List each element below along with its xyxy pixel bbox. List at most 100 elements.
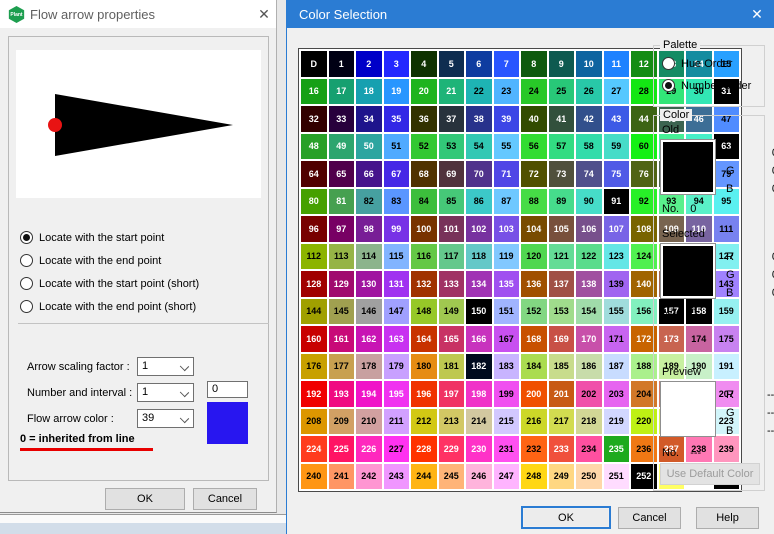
color-cell-34[interactable]: 34	[356, 106, 382, 132]
color-cell-217[interactable]: 217	[549, 409, 575, 435]
interval-input[interactable]: 0	[207, 381, 248, 398]
color-cell-176[interactable]: 176	[301, 354, 327, 380]
color-cell-161[interactable]: 161	[329, 326, 355, 352]
color-cell-51[interactable]: 51	[384, 134, 410, 160]
color-cell-232[interactable]: 232	[521, 436, 547, 462]
color-cell-82[interactable]: 82	[356, 189, 382, 215]
color-cell-147[interactable]: 147	[384, 299, 410, 325]
color-cell-132[interactable]: 132	[411, 271, 437, 297]
color-cell-71[interactable]: 71	[494, 161, 520, 187]
color-cell-180[interactable]: 180	[411, 354, 437, 380]
color-cell-87[interactable]: 87	[494, 189, 520, 215]
color-cell-213[interactable]: 213	[439, 409, 465, 435]
color-cell-225[interactable]: 225	[329, 436, 355, 462]
color-cell-215[interactable]: 215	[494, 409, 520, 435]
color-cell-2[interactable]: 2	[356, 51, 382, 77]
color-cell-246[interactable]: 246	[466, 464, 492, 490]
color-cell-216[interactable]: 216	[521, 409, 547, 435]
color-cell-243[interactable]: 243	[384, 464, 410, 490]
color-cell-151[interactable]: 151	[494, 299, 520, 325]
color-cell-135[interactable]: 135	[494, 271, 520, 297]
color-cell-26[interactable]: 26	[576, 79, 602, 105]
color-cell-137[interactable]: 137	[549, 271, 575, 297]
color-cell-192[interactable]: 192	[301, 381, 327, 407]
color-cell-227[interactable]: 227	[384, 436, 410, 462]
color-cell-35[interactable]: 35	[384, 106, 410, 132]
arrow-scaling-combo[interactable]: 1	[137, 357, 194, 376]
color-cell-186[interactable]: 186	[576, 354, 602, 380]
radio-locate-start-short[interactable]: Locate with the start point (short)	[20, 277, 250, 292]
color-cell-80[interactable]: 80	[301, 189, 327, 215]
color-cell-21[interactable]: 21	[439, 79, 465, 105]
color-cell-91[interactable]: 91	[604, 189, 630, 215]
color-cell-97[interactable]: 97	[329, 216, 355, 242]
help-button[interactable]: Help	[696, 507, 759, 529]
color-cell-53[interactable]: 53	[439, 134, 465, 160]
color-cell-0[interactable]: D	[301, 51, 327, 77]
color-cell-128[interactable]: 128	[301, 271, 327, 297]
color-cell-233[interactable]: 233	[549, 436, 575, 462]
color-cell-116[interactable]: 116	[411, 244, 437, 270]
color-cell-81[interactable]: 81	[329, 189, 355, 215]
color-cell-19[interactable]: 19	[384, 79, 410, 105]
color-cell-118[interactable]: 118	[466, 244, 492, 270]
color-cell-117[interactable]: 117	[439, 244, 465, 270]
color-cell-165[interactable]: 165	[439, 326, 465, 352]
color-cell-200[interactable]: 200	[521, 381, 547, 407]
color-cell-38[interactable]: 38	[466, 106, 492, 132]
color-cell-178[interactable]: 178	[356, 354, 382, 380]
color-cell-197[interactable]: 197	[439, 381, 465, 407]
color-cell-64[interactable]: 64	[301, 161, 327, 187]
color-cell-66[interactable]: 66	[356, 161, 382, 187]
flow-arrow-titlebar[interactable]: Plant Flow arrow properties ✕	[0, 0, 276, 28]
color-cell-120[interactable]: 120	[521, 244, 547, 270]
color-cell-248[interactable]: 248	[521, 464, 547, 490]
color-cell-185[interactable]: 185	[549, 354, 575, 380]
color-cell-113[interactable]: 113	[329, 244, 355, 270]
color-cell-122[interactable]: 122	[576, 244, 602, 270]
color-cell-245[interactable]: 245	[439, 464, 465, 490]
color-cell-16[interactable]: 16	[301, 79, 327, 105]
color-cell-133[interactable]: 133	[439, 271, 465, 297]
color-cell-163[interactable]: 163	[384, 326, 410, 352]
color-cell-226[interactable]: 226	[356, 436, 382, 462]
color-cell-33[interactable]: 33	[329, 106, 355, 132]
color-cell-65[interactable]: 65	[329, 161, 355, 187]
color-cell-121[interactable]: 121	[549, 244, 575, 270]
color-cell-249[interactable]: 249	[549, 464, 575, 490]
color-cell-166[interactable]: 166	[466, 326, 492, 352]
color-selection-titlebar[interactable]: Color Selection ✕	[287, 0, 774, 28]
color-cell-230[interactable]: 230	[466, 436, 492, 462]
color-cell-50[interactable]: 50	[356, 134, 382, 160]
color-cell-112[interactable]: 112	[301, 244, 327, 270]
color-cell-177[interactable]: 177	[329, 354, 355, 380]
color-cell-219[interactable]: 219	[604, 409, 630, 435]
color-cell-199[interactable]: 199	[494, 381, 520, 407]
color-cell-146[interactable]: 146	[356, 299, 382, 325]
color-cell-231[interactable]: 231	[494, 436, 520, 462]
color-cell-40[interactable]: 40	[521, 106, 547, 132]
color-cell-67[interactable]: 67	[384, 161, 410, 187]
color-cell-184[interactable]: 184	[521, 354, 547, 380]
color-cell-241[interactable]: 241	[329, 464, 355, 490]
color-cell-170[interactable]: 170	[576, 326, 602, 352]
current-color-swatch[interactable]	[207, 402, 248, 444]
color-cell-247[interactable]: 247	[494, 464, 520, 490]
color-cell-25[interactable]: 25	[549, 79, 575, 105]
color-cell-96[interactable]: 96	[301, 216, 327, 242]
color-cell-194[interactable]: 194	[356, 381, 382, 407]
color-cell-99[interactable]: 99	[384, 216, 410, 242]
color-cell-37[interactable]: 37	[439, 106, 465, 132]
color-cell-73[interactable]: 73	[549, 161, 575, 187]
color-cell-160[interactable]: 160	[301, 326, 327, 352]
color-cell-211[interactable]: 211	[384, 409, 410, 435]
radio-button-icon[interactable]	[20, 277, 33, 290]
color-cell-169[interactable]: 169	[549, 326, 575, 352]
color-cell-129[interactable]: 129	[329, 271, 355, 297]
color-cell-214[interactable]: 214	[466, 409, 492, 435]
color-cell-187[interactable]: 187	[604, 354, 630, 380]
color-cell-114[interactable]: 114	[356, 244, 382, 270]
close-icon[interactable]: ✕	[254, 4, 274, 24]
color-cell-119[interactable]: 119	[494, 244, 520, 270]
color-cell-24[interactable]: 24	[521, 79, 547, 105]
